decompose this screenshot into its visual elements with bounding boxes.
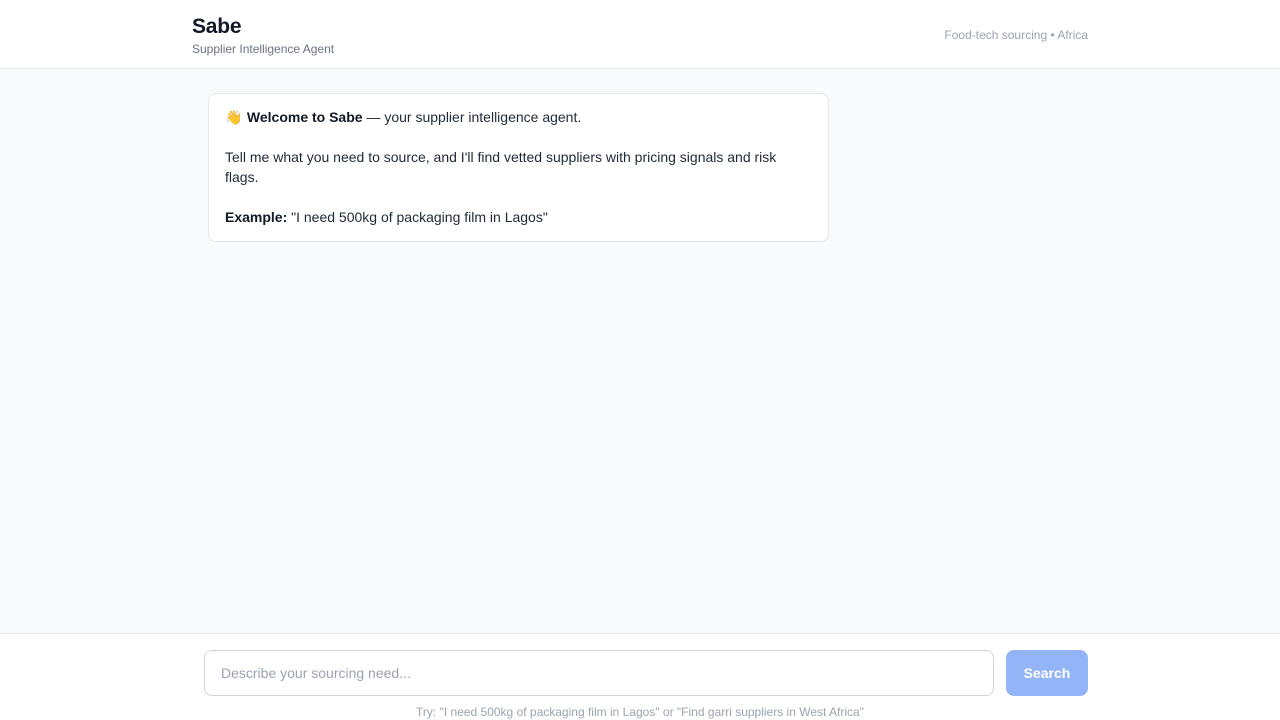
composer-row: Search: [204, 650, 1088, 696]
welcome-title: Welcome to Sabe: [246, 109, 363, 125]
welcome-example: Example: "I need 500kg of packaging film…: [225, 207, 812, 227]
welcome-heading-line: 👋 Welcome to Sabe — your supplier intell…: [225, 107, 812, 127]
waving-hand-icon: 👋: [225, 109, 243, 125]
welcome-body: Tell me what you need to source, and I'l…: [225, 149, 777, 185]
sourcing-need-input[interactable]: [204, 650, 994, 696]
header-tagline: Food-tech sourcing • Africa: [944, 28, 1088, 42]
app-title: Sabe: [192, 15, 242, 38]
header-inner: Sabe Supplier Intelligence Agent Food-te…: [192, 0, 1088, 68]
app-root: Sabe Supplier Intelligence Agent Food-te…: [0, 0, 1280, 720]
search-button[interactable]: Search: [1006, 650, 1088, 696]
chat-area: 👋 Welcome to Sabe — your supplier intell…: [0, 69, 1280, 633]
app-subtitle: Supplier Intelligence Agent: [192, 42, 335, 56]
welcome-title-suffix: — your supplier intelligence agent.: [362, 109, 582, 125]
example-text: "I need 500kg of packaging film in Lagos…: [287, 209, 548, 225]
brand: Sabe Supplier Intelligence Agent: [192, 15, 334, 56]
example-label: Example:: [225, 209, 288, 225]
app-header: Sabe Supplier Intelligence Agent Food-te…: [0, 0, 1280, 69]
welcome-message: 👋 Welcome to Sabe — your supplier intell…: [208, 93, 829, 242]
example-hint: Try: "I need 500kg of packaging film in …: [416, 705, 864, 719]
composer: Search Try: "I need 500kg of packaging f…: [0, 633, 1280, 720]
